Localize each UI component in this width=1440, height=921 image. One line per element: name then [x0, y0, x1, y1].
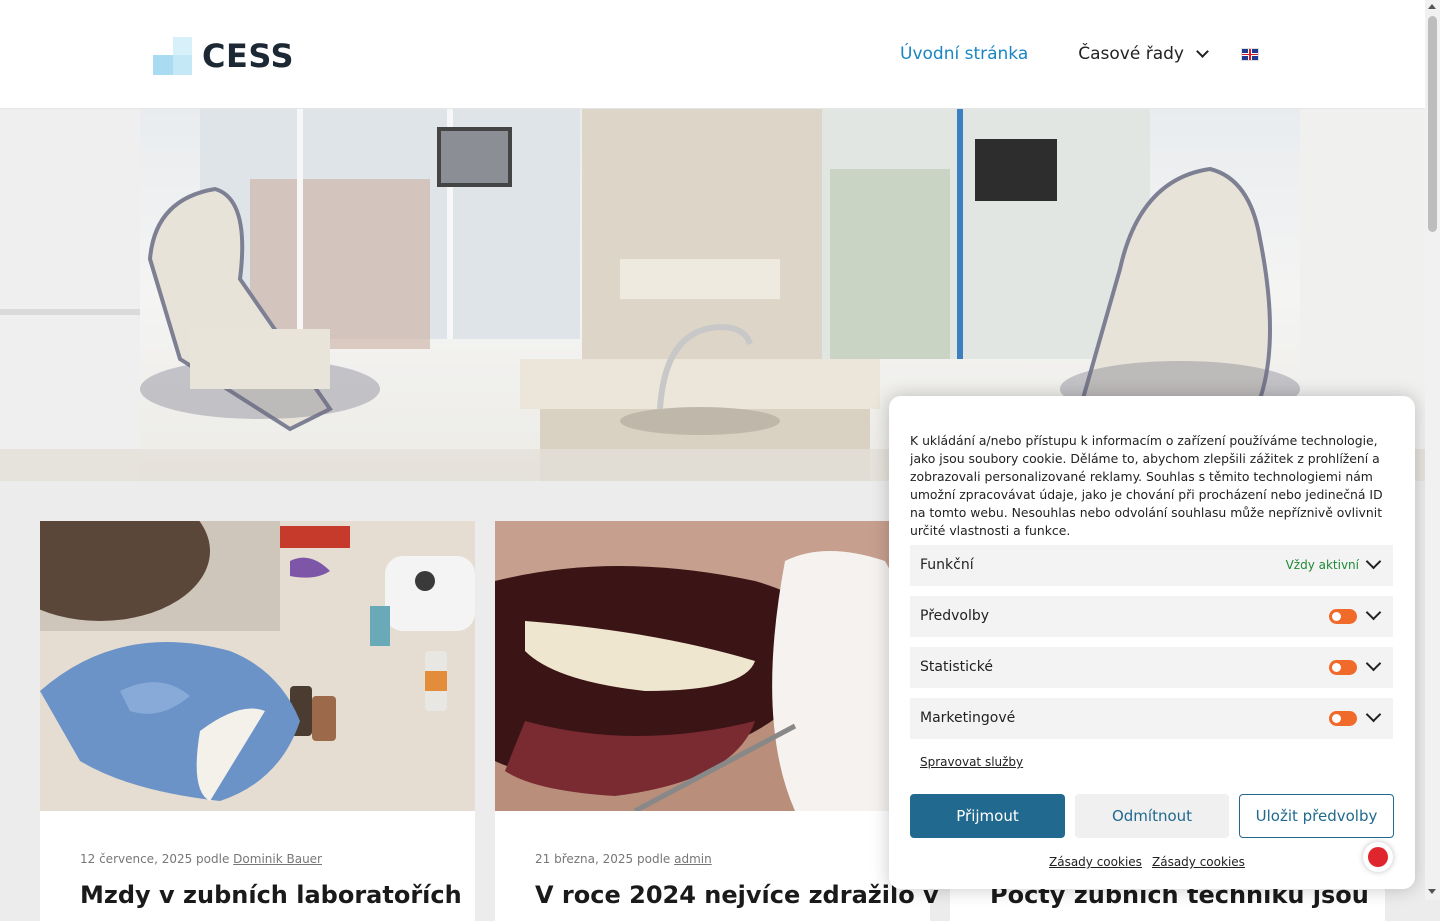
nav-home-link[interactable]: Úvodní stránka [900, 44, 1028, 64]
chevron-down-icon[interactable] [1365, 553, 1382, 570]
cookie-policy-link[interactable]: Zásady cookies [1049, 855, 1142, 869]
page-scrollbar[interactable] [1425, 0, 1440, 900]
cookie-category-functional[interactable]: Funkční Vždy aktivní [910, 545, 1393, 586]
scrollbar-thumb[interactable] [1428, 16, 1437, 232]
cookie-category-label: Předvolby [920, 608, 990, 624]
article-author-link[interactable]: admin [674, 852, 712, 866]
marketing-toggle[interactable] [1329, 711, 1357, 726]
site-header: CESS Úvodní stránka Časové řady [0, 0, 1425, 109]
en-flag-icon[interactable] [1241, 47, 1259, 61]
cookie-category-label: Marketingové [920, 710, 1016, 726]
cookie-category-preferences[interactable]: Předvolby [910, 596, 1393, 637]
scroll-up-arrow-icon[interactable] [1428, 4, 1436, 9]
cookie-category-label: Funkční [920, 557, 974, 573]
scroll-down-arrow-icon[interactable] [1428, 889, 1436, 894]
nav-time-series-menu[interactable]: Časové řady [1078, 44, 1209, 64]
nav-time-series-label: Časové řady [1078, 44, 1184, 64]
article-card[interactable]: 21 března, 2025 podle admin V roce 2024 … [495, 521, 939, 921]
logo-text: CESS [202, 37, 294, 75]
manage-services-link[interactable]: Spravovat služby [920, 755, 1023, 769]
accept-button[interactable]: Přijmout [910, 794, 1065, 838]
article-meta: 12 července, 2025 podle Dominik Bauer [80, 852, 322, 866]
article-date: 12 července, 2025 podle [80, 852, 230, 866]
article-image-teeth[interactable] [495, 521, 930, 811]
cookie-category-label: Statistické [920, 659, 993, 675]
chevron-down-icon[interactable] [1365, 655, 1382, 672]
cookie-category-statistics[interactable]: Statistické [910, 647, 1393, 688]
main-nav: Úvodní stránka Časové řady [900, 44, 1259, 64]
preferences-toggle[interactable] [1329, 609, 1357, 624]
chevron-down-icon[interactable] [1365, 604, 1382, 621]
article-title[interactable]: Mzdy v zubních laboratořích [80, 881, 462, 909]
cookie-consent-panel: K ukládání a/nebo přístupu k informacím … [889, 396, 1415, 889]
article-image-dental-lab[interactable] [40, 521, 475, 811]
chevron-down-icon[interactable] [1365, 706, 1382, 723]
article-date: 21 března, 2025 podle [535, 852, 671, 866]
reject-button[interactable]: Odmítnout [1075, 794, 1229, 838]
always-active-label: Vždy aktivní [1285, 558, 1359, 572]
cookie-category-marketing[interactable]: Marketingové [910, 698, 1393, 739]
site-logo[interactable]: CESS [153, 36, 294, 76]
cookie-consent-text: K ukládání a/nebo přístupu k informacím … [910, 433, 1383, 538]
statistics-toggle[interactable] [1329, 660, 1357, 675]
article-card[interactable]: 12 července, 2025 podle Dominik Bauer Mz… [40, 521, 475, 921]
article-title[interactable]: V roce 2024 nejvíce zdražilo v [535, 881, 939, 909]
chevron-down-icon [1196, 45, 1209, 58]
cookie-policy-link[interactable]: Zásady cookies [1152, 855, 1245, 869]
notification-icon [1368, 847, 1388, 867]
article-meta: 21 března, 2025 podle admin [535, 852, 712, 866]
logo-mark-icon [153, 37, 193, 75]
notification-bell-button[interactable] [1363, 842, 1393, 872]
article-author-link[interactable]: Dominik Bauer [233, 852, 322, 866]
save-preferences-button[interactable]: Uložit předvolby [1239, 794, 1394, 838]
